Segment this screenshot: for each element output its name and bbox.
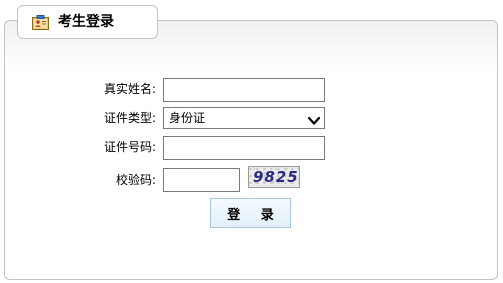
captcha-input[interactable] (163, 168, 240, 192)
id-type-selected-value: 身份证 (169, 111, 206, 125)
name-input[interactable] (163, 78, 325, 102)
id-number-input[interactable] (163, 136, 325, 160)
panel-title: 考生登录 (58, 14, 114, 30)
captcha-image[interactable]: 9825 (248, 166, 300, 188)
id-type-label: 证件类型: (103, 111, 156, 125)
id-card-icon (32, 15, 49, 30)
captcha-label: 校验码: (115, 173, 156, 187)
chevron-down-icon (307, 112, 321, 125)
name-label: 真实姓名: (103, 82, 156, 96)
login-button[interactable]: 登 录 (210, 198, 291, 228)
id-type-select[interactable]: 身份证 (163, 107, 325, 129)
captcha-image-text: 9825 (253, 168, 299, 186)
panel-title-tab: 考生登录 (17, 5, 158, 39)
id-number-label: 证件号码: (103, 140, 156, 154)
